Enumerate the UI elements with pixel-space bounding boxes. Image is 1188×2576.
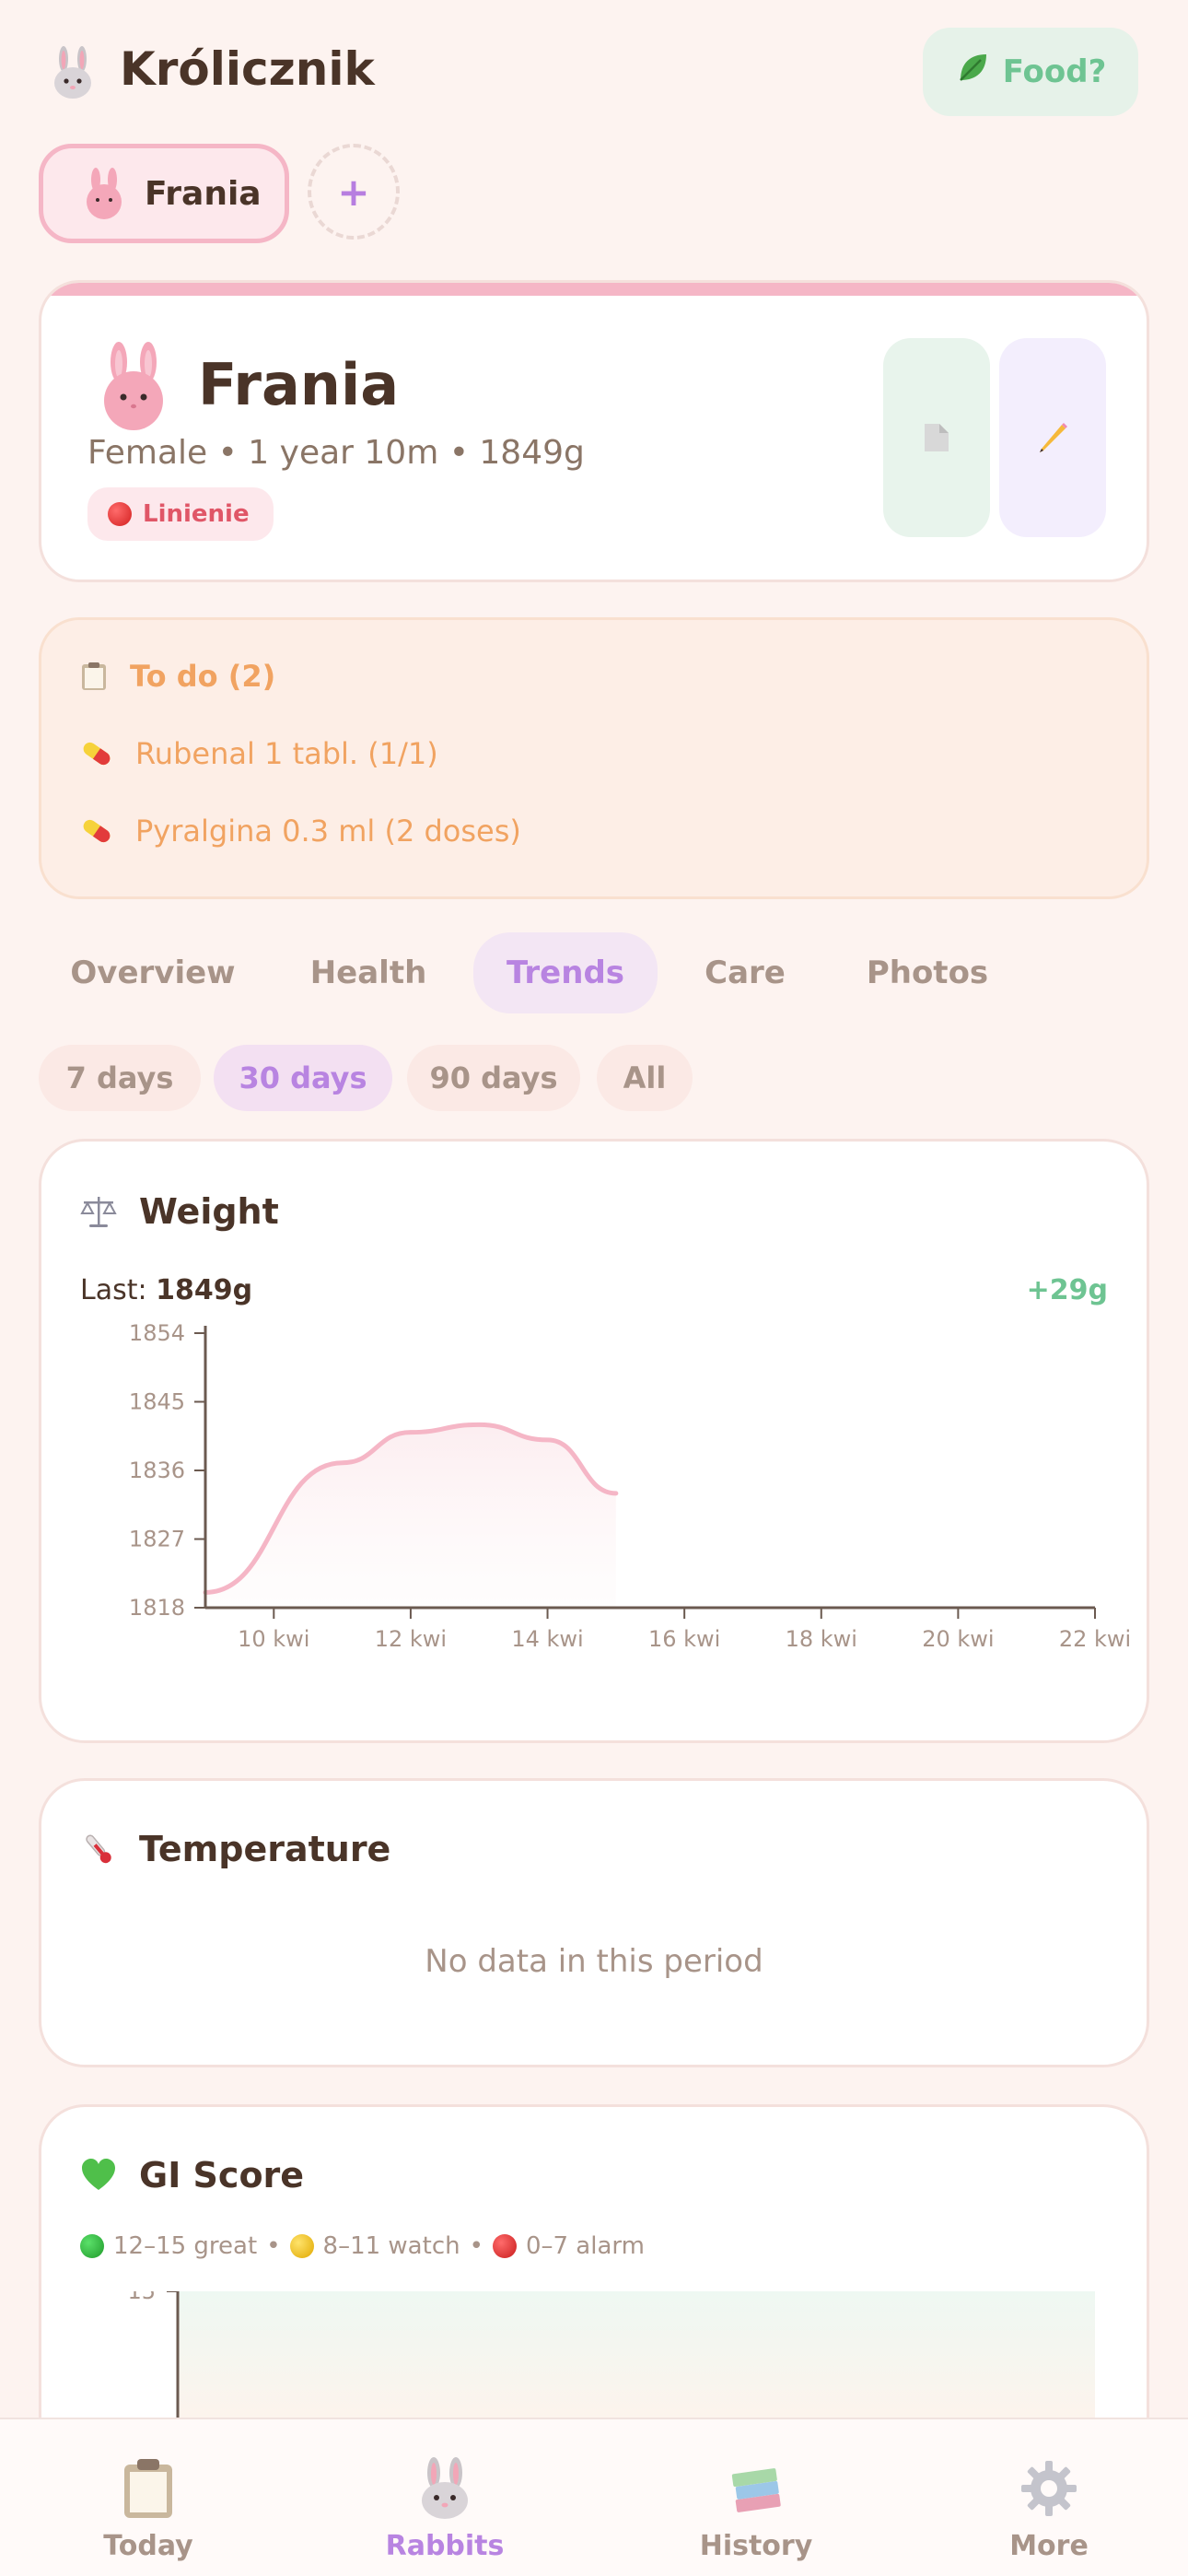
weight-x-tick-label: 20 kwi	[922, 1626, 994, 1652]
profile-name: Frania	[198, 351, 400, 418]
temperature-card-title: Temperature	[139, 1829, 391, 1869]
nav-today-label: Today	[103, 2530, 193, 2562]
weight-y-tick-label: 1836	[129, 1458, 185, 1483]
gi-legend-great: 12–15 great	[113, 2232, 258, 2260]
weight-x-tick-label: 16 kwi	[648, 1626, 720, 1652]
gi-score-card-title: GI Score	[139, 2155, 305, 2195]
temperature-empty-message: No data in this period	[425, 1943, 763, 1980]
red-circle-icon	[492, 2234, 517, 2258]
weight-x-tick-label: 22 kwi	[1059, 1626, 1131, 1652]
document-button[interactable]	[883, 338, 990, 537]
clipboard-icon	[116, 2456, 181, 2521]
green-circle-icon	[80, 2234, 104, 2258]
red-circle-icon	[108, 502, 132, 526]
gi-score-chart: 15	[127, 2291, 1095, 2420]
gi-score-legend: 12–15 great • 8–11 watch • 0–7 alarm	[80, 2232, 645, 2260]
tab-trends[interactable]: Trends	[473, 932, 658, 1013]
rabbit-chip-frania[interactable]: Frania	[39, 144, 289, 243]
weight-last: Last: 1849g	[80, 1274, 252, 1306]
food-button[interactable]: Food?	[923, 28, 1138, 116]
rabbit-chip-label: Frania	[145, 174, 262, 213]
nav-rabbits[interactable]: Rabbits	[297, 2419, 593, 2576]
nav-history[interactable]: History	[608, 2419, 904, 2576]
pencil-icon	[1040, 423, 1067, 452]
todo-item[interactable]: Rubenal 1 tabl. (1/1)	[80, 736, 438, 771]
weight-y-tick-label: 1827	[129, 1527, 185, 1552]
food-button-label: Food?	[1002, 53, 1107, 90]
status-badge-label: Linienie	[143, 500, 250, 528]
tab-photos[interactable]: Photos	[838, 932, 1017, 1013]
weight-y-tick-label: 1854	[129, 1320, 185, 1346]
pill-icon	[83, 742, 111, 766]
yellow-circle-icon	[289, 2234, 314, 2258]
gi-score-y-tick-label: 15	[127, 2291, 156, 2304]
gi-score-zone-band	[178, 2291, 1095, 2420]
nav-today[interactable]: Today	[0, 2419, 297, 2576]
period-30-days[interactable]: 30 days	[214, 1045, 392, 1111]
pink-rabbit-icon	[104, 342, 163, 430]
thermometer-icon	[86, 1834, 111, 1864]
tab-care[interactable]: Care	[674, 932, 816, 1013]
weight-delta: +29g	[1026, 1274, 1108, 1306]
weight-x-tick-label: 14 kwi	[511, 1626, 583, 1652]
temperature-card: Temperature No data in this period	[39, 1778, 1149, 2067]
pill-icon	[83, 819, 111, 843]
green-heart-icon	[82, 2159, 115, 2190]
weight-chart: 1818 1827 1836 1845 1854 10 kwi 12 kwi 14 kwi 16…	[129, 1320, 1131, 1652]
status-badge: Linienie	[87, 487, 274, 541]
nav-history-label: History	[699, 2530, 813, 2562]
bottom-nav: Today Rabbits History More	[0, 2418, 1188, 2576]
temperature-card-header: Temperature	[80, 1829, 390, 1869]
balance-scale-icon	[80, 1197, 117, 1227]
period-all[interactable]: All	[597, 1045, 693, 1111]
weight-card-title: Weight	[139, 1191, 279, 1232]
add-rabbit-button[interactable]: +	[308, 144, 400, 240]
weight-area	[205, 1424, 616, 1608]
gi-legend-watch: 8–11 watch	[322, 2232, 460, 2260]
document-icon	[925, 424, 949, 451]
leafy-green-icon	[955, 51, 990, 94]
profile-accent-bar	[41, 283, 1147, 296]
tab-overview[interactable]: Overview	[48, 932, 258, 1013]
todo-item-label: Rubenal 1 tabl. (1/1)	[135, 736, 438, 771]
weight-last-label: Last:	[80, 1274, 147, 1306]
todo-item[interactable]: Pyralgina 0.3 ml (2 doses)	[80, 814, 521, 849]
todo-title: To do (2)	[130, 659, 276, 694]
app-header: Królicznik Food?	[0, 0, 1188, 147]
nav-more-label: More	[1009, 2530, 1089, 2562]
gi-legend-alarm: 0–7 alarm	[525, 2232, 645, 2260]
gear-icon	[1017, 2456, 1081, 2521]
todo-card: To do (2) Rubenal 1 tabl. (1/1) Pyralgin…	[39, 617, 1149, 899]
clipboard-icon	[82, 662, 106, 690]
gi-score-card-header: GI Score	[80, 2155, 304, 2195]
pink-rabbit-icon	[87, 168, 122, 219]
weight-x-tick-label: 12 kwi	[375, 1626, 447, 1652]
period-90-days[interactable]: 90 days	[407, 1045, 580, 1111]
weight-y-tick-label: 1818	[129, 1595, 185, 1621]
nav-rabbits-label: Rabbits	[385, 2530, 505, 2562]
legend-separator: •	[469, 2232, 483, 2260]
nav-more[interactable]: More	[901, 2419, 1188, 2576]
app-title: Królicznik	[120, 42, 375, 96]
weight-y-tick-label: 1845	[129, 1389, 185, 1415]
profile-meta: Female • 1 year 10m • 1849g	[87, 434, 585, 472]
weight-card: Weight Last: 1849g +29g 1818 1827 1836 1845…	[39, 1139, 1149, 1743]
weight-card-header: Weight	[80, 1191, 279, 1232]
legend-separator: •	[266, 2232, 281, 2260]
rabbit-face-icon	[413, 2456, 477, 2521]
todo-header: To do (2)	[80, 659, 275, 694]
weight-x-tick-label: 18 kwi	[786, 1626, 857, 1652]
rabbit-face-icon	[54, 46, 91, 99]
weight-x-tick-label: 10 kwi	[238, 1626, 309, 1652]
profile-card: Frania Female • 1 year 10m • 1849g Linie…	[39, 280, 1149, 582]
weight-last-value: 1849g	[156, 1274, 253, 1306]
edit-button[interactable]	[999, 338, 1106, 537]
period-7-days[interactable]: 7 days	[39, 1045, 201, 1111]
books-icon	[724, 2456, 788, 2521]
todo-item-label: Pyralgina 0.3 ml (2 doses)	[135, 814, 521, 849]
tab-health[interactable]: Health	[285, 932, 451, 1013]
